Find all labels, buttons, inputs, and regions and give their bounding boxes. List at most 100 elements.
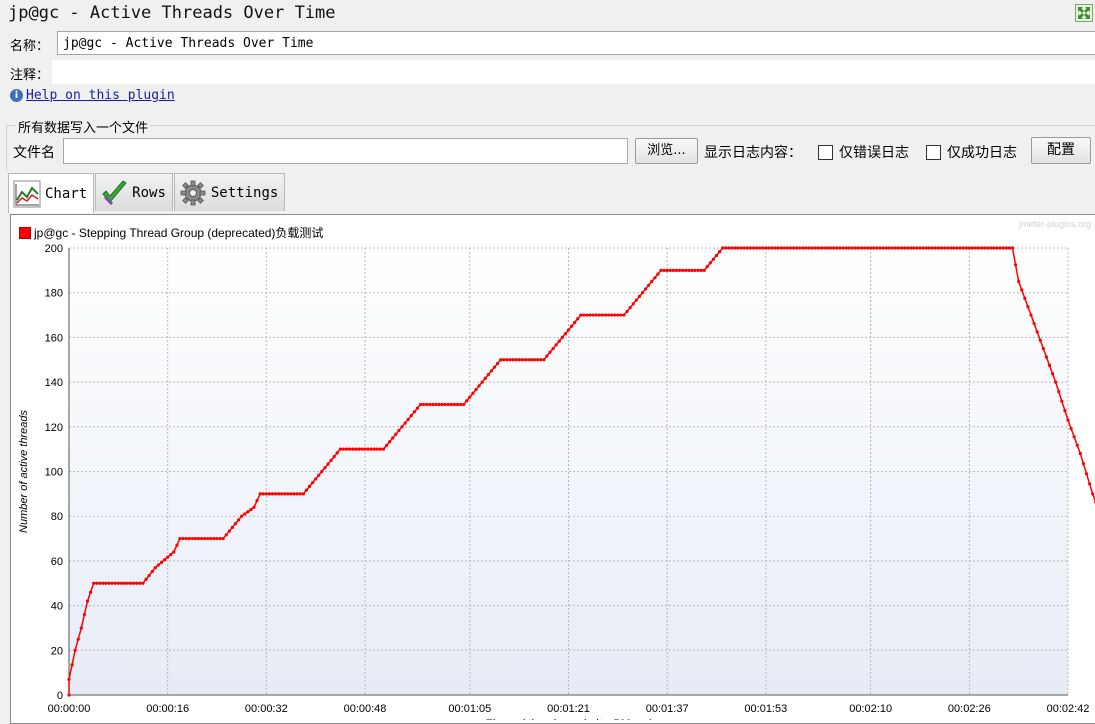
data-point — [307, 484, 312, 488]
data-point — [912, 246, 916, 250]
data-point — [95, 581, 99, 585]
data-point — [403, 421, 407, 425]
help-link[interactable]: Help on this plugin — [26, 88, 175, 103]
data-point — [375, 447, 379, 451]
y-tick-label: 40 — [51, 601, 63, 613]
data-point — [560, 335, 564, 339]
data-point — [1054, 380, 1058, 384]
data-point — [298, 492, 302, 496]
data-point — [909, 246, 913, 250]
data-point — [1072, 435, 1076, 439]
data-point — [758, 246, 762, 250]
data-point — [397, 428, 401, 433]
data-point — [150, 569, 154, 574]
chart-icon — [13, 180, 41, 207]
data-point — [240, 514, 244, 518]
configure-button[interactable]: 配置 — [1031, 137, 1091, 164]
data-point — [129, 581, 133, 585]
data-point — [101, 581, 105, 585]
data-point — [289, 492, 293, 496]
data-point — [292, 492, 296, 496]
data-point — [650, 279, 654, 284]
comment-field[interactable] — [52, 60, 1095, 84]
data-point — [973, 246, 978, 250]
data-point — [391, 436, 395, 440]
data-point — [674, 268, 679, 272]
data-point — [532, 358, 537, 362]
data-point — [872, 246, 876, 250]
y-tick-label: 100 — [45, 467, 63, 479]
data-point — [280, 492, 284, 496]
data-point — [939, 246, 944, 250]
data-point — [88, 590, 93, 594]
data-point — [631, 302, 635, 306]
tab-chart-label: Chart — [45, 185, 88, 202]
data-point — [212, 536, 216, 541]
data-point — [153, 566, 157, 570]
browse-button[interactable]: 浏览... — [635, 138, 698, 164]
data-point — [576, 317, 580, 321]
data-point — [634, 298, 638, 302]
data-point — [1017, 279, 1021, 284]
success-only-checkbox[interactable]: 仅成功日志 — [926, 142, 1017, 162]
data-point — [270, 492, 275, 496]
x-tick-label: 00:01:37 — [646, 703, 689, 715]
data-point — [187, 536, 191, 541]
data-point — [995, 246, 999, 250]
data-point — [606, 313, 611, 317]
data-point — [761, 246, 765, 250]
data-point — [668, 268, 672, 272]
data-point — [440, 402, 444, 407]
data-point — [603, 313, 608, 317]
data-point — [1063, 408, 1067, 413]
data-point — [1020, 288, 1024, 292]
data-point — [1050, 372, 1055, 376]
data-point — [647, 283, 651, 287]
data-point — [455, 402, 460, 407]
data-point — [261, 492, 265, 496]
data-point — [767, 246, 771, 250]
data-point — [107, 581, 111, 585]
data-point — [915, 246, 919, 250]
success-only-box[interactable] — [926, 144, 941, 160]
data-point — [230, 525, 235, 529]
errors-only-checkbox[interactable]: 仅错误日志 — [818, 142, 909, 162]
y-tick-label: 20 — [51, 645, 63, 657]
data-point — [196, 536, 201, 541]
data-point — [881, 246, 885, 250]
name-field[interactable]: jp@gc - Active Threads Over Time — [57, 31, 1095, 55]
tab-rows[interactable]: Rows — [95, 173, 173, 211]
data-point — [554, 343, 558, 347]
data-point — [699, 268, 703, 272]
data-point — [162, 558, 167, 562]
filename-label: 文件名 — [13, 145, 55, 161]
x-tick-label: 00:01:21 — [547, 703, 590, 715]
y-tick-label: 160 — [45, 332, 63, 344]
data-point — [412, 410, 416, 414]
data-point — [764, 246, 768, 250]
tab-chart[interactable]: Chart — [8, 173, 95, 213]
data-point — [884, 246, 888, 250]
data-point — [394, 432, 398, 436]
data-point — [255, 498, 259, 503]
y-tick-label: 200 — [45, 243, 63, 255]
data-point — [585, 313, 589, 317]
expand-icon[interactable] — [1075, 4, 1093, 22]
data-point — [243, 512, 247, 516]
data-point — [317, 473, 321, 477]
data-point — [483, 376, 487, 380]
x-tick-label: 00:02:10 — [849, 703, 892, 715]
data-point — [816, 246, 820, 250]
filename-input[interactable] — [63, 138, 628, 164]
data-point — [495, 361, 500, 366]
errors-only-box[interactable] — [818, 144, 833, 160]
chart-panel: jmeter-plugins.org jp@gc - Stepping Thre… — [10, 214, 1095, 724]
data-point — [616, 313, 620, 317]
data-point — [166, 555, 170, 559]
data-point — [523, 358, 527, 362]
help-row: i Help on this plugin — [10, 88, 175, 103]
data-point — [378, 447, 383, 451]
tab-settings[interactable]: Settings — [173, 173, 286, 211]
data-point — [1057, 389, 1061, 394]
data-point — [98, 581, 102, 585]
